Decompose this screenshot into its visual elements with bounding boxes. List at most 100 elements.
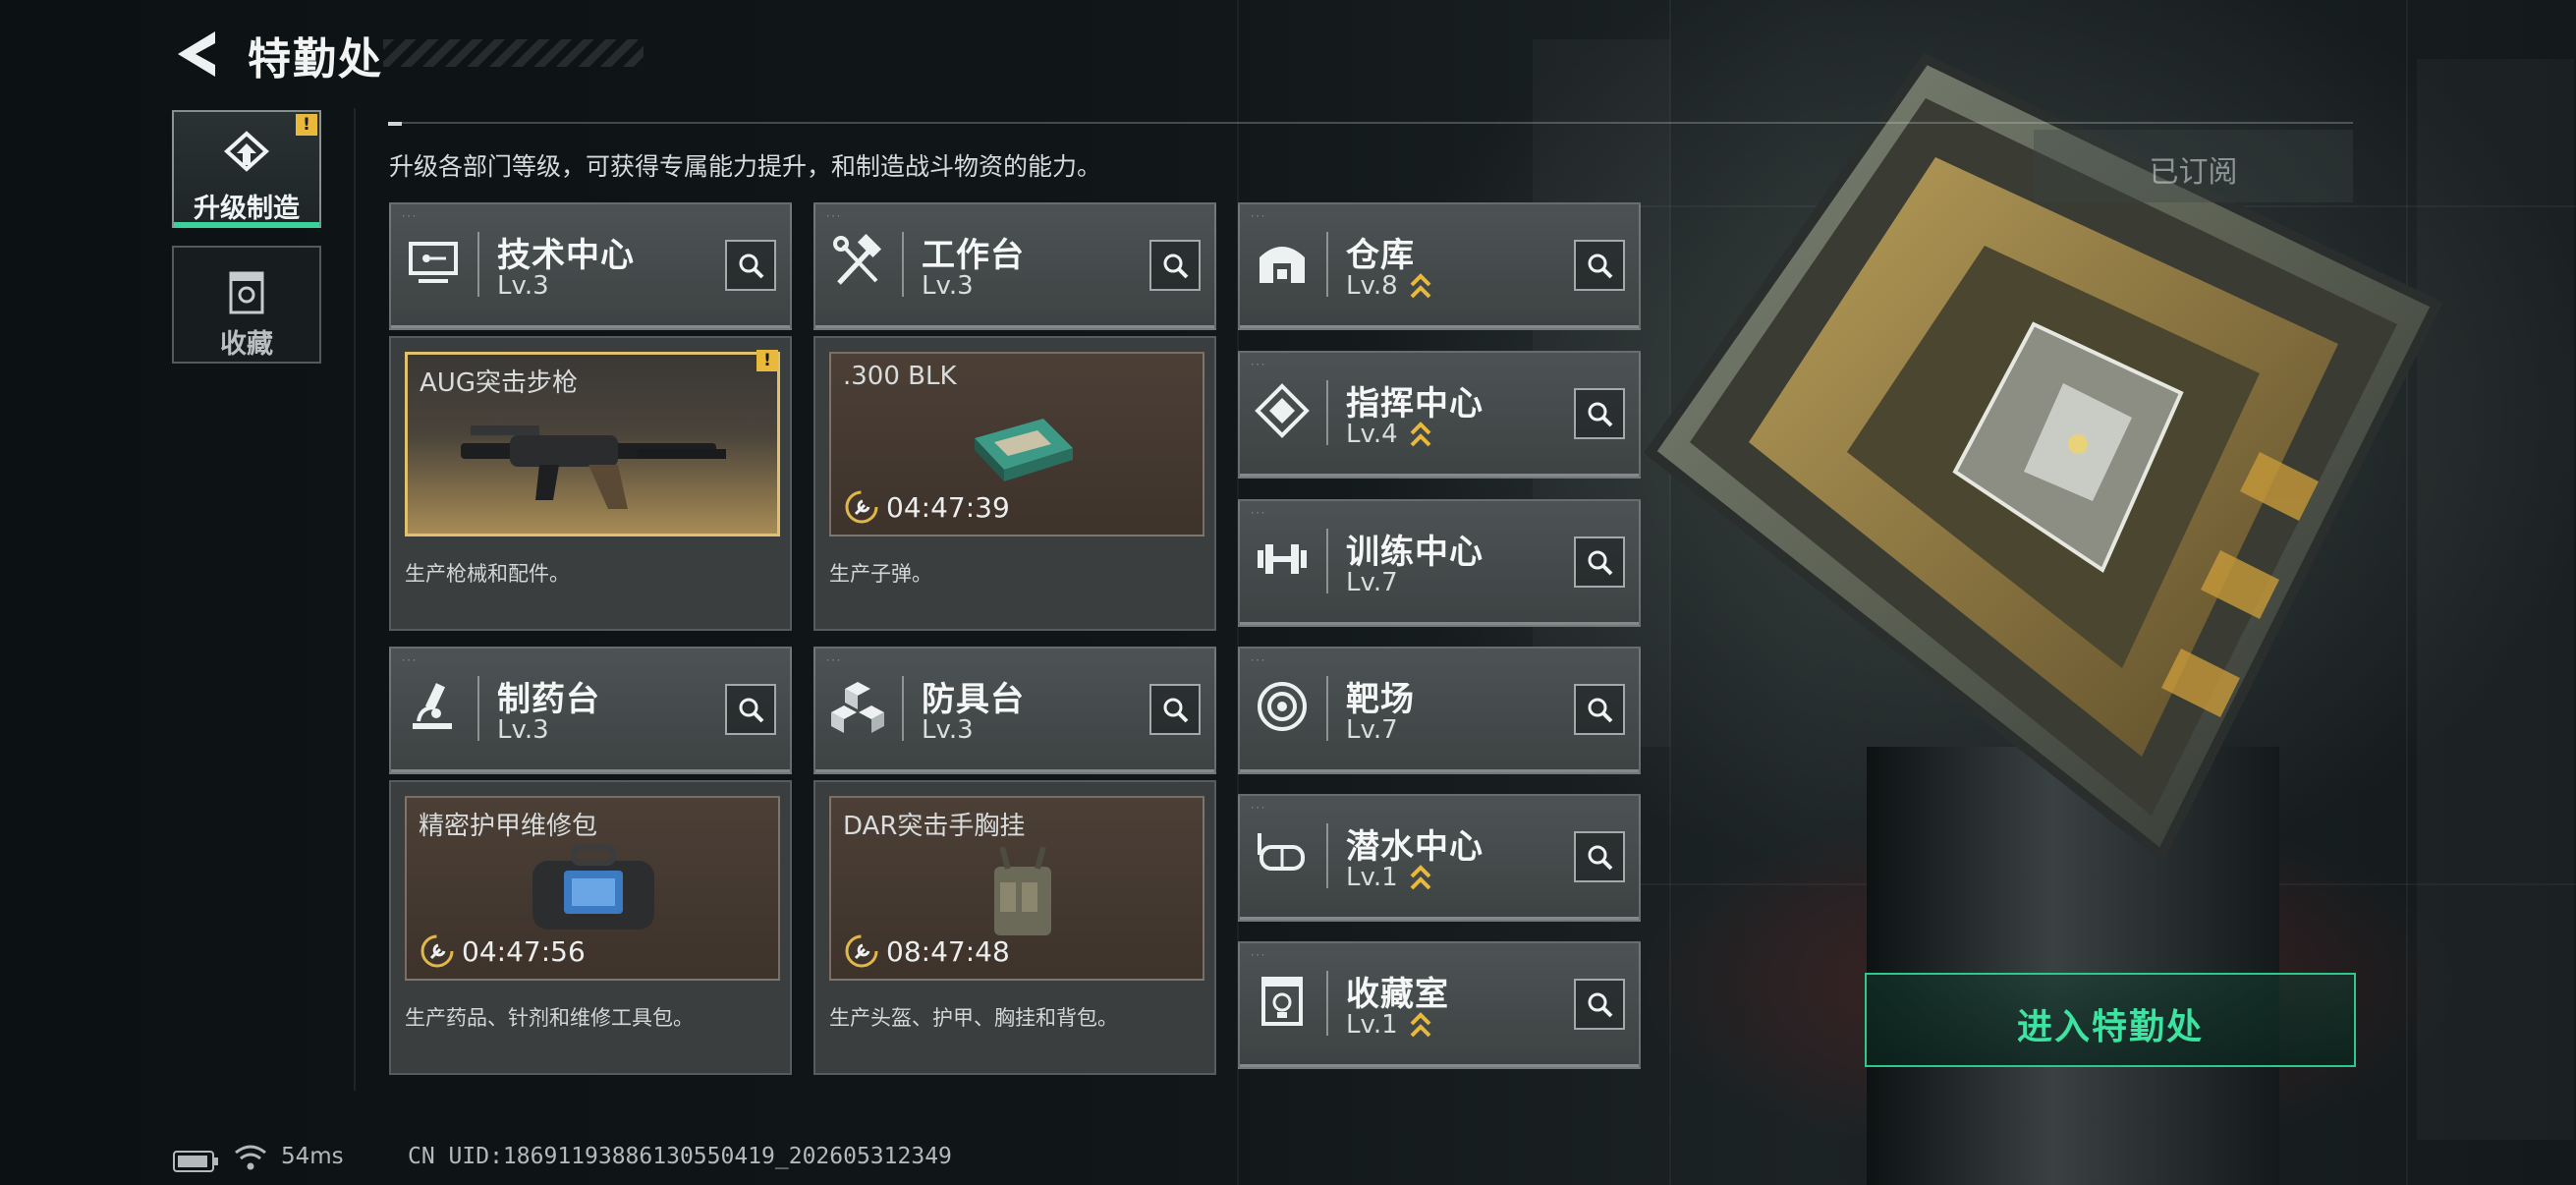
dept-level: Lv.1 (1346, 863, 1398, 892)
card-edge (815, 769, 1214, 772)
production-description: 生产子弹。 (829, 562, 932, 586)
micro-decoration: ··· (401, 656, 418, 666)
inspect-button[interactable] (1149, 684, 1201, 735)
upgrade-chevron-icon (1410, 1012, 1431, 1038)
tab-collection[interactable]: 收藏 (172, 246, 321, 364)
production-item-slot[interactable]: DAR突击手胸挂 08:47:48 (829, 796, 1204, 981)
ammo-box-image (975, 419, 1073, 481)
dept-card-collection-room[interactable]: ··· 收藏室 Lv.1 (1238, 941, 1641, 1069)
search-icon (1588, 992, 1613, 1018)
search-icon (1588, 254, 1613, 279)
dept-card-pharmacy[interactable]: ··· 制药台 Lv.3 (389, 647, 792, 774)
dept-card-diving-center[interactable]: ··· 潜水中心 Lv.1 (1238, 794, 1641, 922)
left-guide-line (354, 108, 356, 1091)
dept-card-armor-bench[interactable]: ··· 防具台 Lv.3 (813, 647, 1216, 774)
dept-card-command-center[interactable]: ··· 指挥中心 Lv.4 (1238, 351, 1641, 479)
subscribed-label: 已订阅 (2149, 155, 2238, 190)
separator (902, 676, 904, 741)
upgrade-chevron-icon (1410, 422, 1431, 447)
production-item-slot[interactable]: AUG突击步枪 (405, 352, 780, 536)
card-edge (1240, 622, 1639, 625)
card-edge (1240, 769, 1639, 772)
production-panel-workbench: .300 BLK 04:47:39 生产子弹。 (813, 336, 1216, 631)
divider (388, 122, 2353, 124)
diving-mask-icon (1258, 833, 1305, 871)
ready-alert-badge: ! (756, 350, 778, 371)
separator (1326, 232, 1328, 297)
wrench-timer-icon (845, 490, 878, 524)
page-subtitle: 升级各部门等级，可获得专属能力提升，和制造战斗物资的能力。 (389, 152, 1102, 181)
production-panel-armor-bench: DAR突击手胸挂 08:47:48 生产头盔、护甲、胸挂和背包。 (813, 780, 1216, 1075)
warehouse-icon (1260, 247, 1305, 283)
production-panel-pharmacy: 精密护甲维修包 04:47:56 生产药品、针剂和维修工具包。 (389, 780, 792, 1075)
inspect-button[interactable] (1574, 979, 1625, 1030)
production-item-slot[interactable]: .300 BLK 04:47:39 (829, 352, 1204, 536)
search-icon (739, 698, 764, 723)
search-icon (1588, 550, 1613, 576)
inspect-button[interactable] (1574, 240, 1625, 291)
item-name: AUG突击步枪 (420, 368, 578, 398)
inspect-button[interactable] (725, 240, 776, 291)
dept-name: 潜水中心 (1346, 827, 1484, 867)
dept-card-training-center[interactable]: ··· 训练中心 Lv.7 (1238, 499, 1641, 627)
card-edge (815, 325, 1214, 328)
card-edge (1240, 325, 1639, 328)
monitor-icon (409, 242, 458, 283)
armor-repair-kit-image (532, 844, 654, 930)
dept-name: 技术中心 (497, 236, 635, 275)
search-icon (739, 254, 764, 279)
separator (1326, 529, 1328, 593)
inspect-button[interactable] (1149, 240, 1201, 291)
inspect-button[interactable] (1574, 684, 1625, 735)
page-title: 特勤处 (248, 34, 383, 85)
dept-name: 防具台 (922, 680, 1025, 719)
micro-decoration: ··· (1250, 951, 1266, 961)
production-item-slot[interactable]: 精密护甲维修包 04:47:56 (405, 796, 780, 981)
rifle-image (461, 425, 726, 509)
dept-level: Lv.3 (922, 715, 974, 745)
inspect-button[interactable] (1574, 536, 1625, 588)
dept-card-warehouse[interactable]: ··· 仓库 Lv.8 (1238, 202, 1641, 330)
card-edge (391, 769, 790, 772)
micro-decoration: ··· (1250, 509, 1266, 519)
target-icon (1258, 682, 1307, 731)
separator (1326, 823, 1328, 888)
tab-upgrade-craft[interactable]: 升级制造 ! (172, 110, 321, 228)
production-timer: 08:47:48 (845, 933, 1010, 969)
battery-icon (173, 1151, 218, 1172)
inspect-button[interactable] (725, 684, 776, 735)
card-edge (1240, 474, 1639, 477)
item-name: 精密护甲维修包 (419, 812, 598, 841)
search-icon (1163, 254, 1189, 279)
dept-level: Lv.3 (497, 271, 549, 301)
upgrade-icon (224, 131, 269, 172)
dept-level: Lv.7 (1346, 715, 1398, 745)
search-icon (1588, 402, 1613, 427)
dept-card-workbench[interactable]: ··· 工作台 Lv.3 (813, 202, 1216, 330)
trophy-case-icon (229, 271, 264, 314)
inspect-button[interactable] (1574, 388, 1625, 439)
dumbbell-icon (1258, 544, 1307, 574)
user-uid: CN UID:18691193886130550419_202605312349 (408, 1144, 952, 1169)
wrench-timer-icon (420, 934, 454, 968)
back-arrow-icon[interactable] (172, 28, 219, 81)
separator (477, 232, 479, 297)
dept-name: 靶场 (1346, 680, 1415, 719)
production-timer: 04:47:39 (845, 489, 1010, 525)
dept-level: Lv.3 (922, 271, 974, 301)
dept-level: Lv.4 (1346, 420, 1398, 449)
title-decoration (383, 39, 644, 67)
enter-hq-button[interactable]: 进入特勤处 (1865, 973, 2356, 1067)
micro-decoration: ··· (825, 656, 842, 666)
cubes-icon (831, 682, 884, 733)
ping-indicator: 54ms (281, 1144, 344, 1169)
dept-level: Lv.1 (1346, 1010, 1398, 1040)
card-edge (1240, 1064, 1639, 1067)
timer-text: 04:47:39 (886, 490, 1010, 524)
dept-card-shooting-range[interactable]: ··· 靶场 Lv.7 (1238, 647, 1641, 774)
command-target-icon (1255, 383, 1310, 438)
dept-card-tech-center[interactable]: ··· 技术中心 Lv.3 (389, 202, 792, 330)
inspect-button[interactable] (1574, 831, 1625, 882)
subscribed-button[interactable]: 已订阅 (2034, 130, 2353, 202)
separator (1326, 971, 1328, 1036)
